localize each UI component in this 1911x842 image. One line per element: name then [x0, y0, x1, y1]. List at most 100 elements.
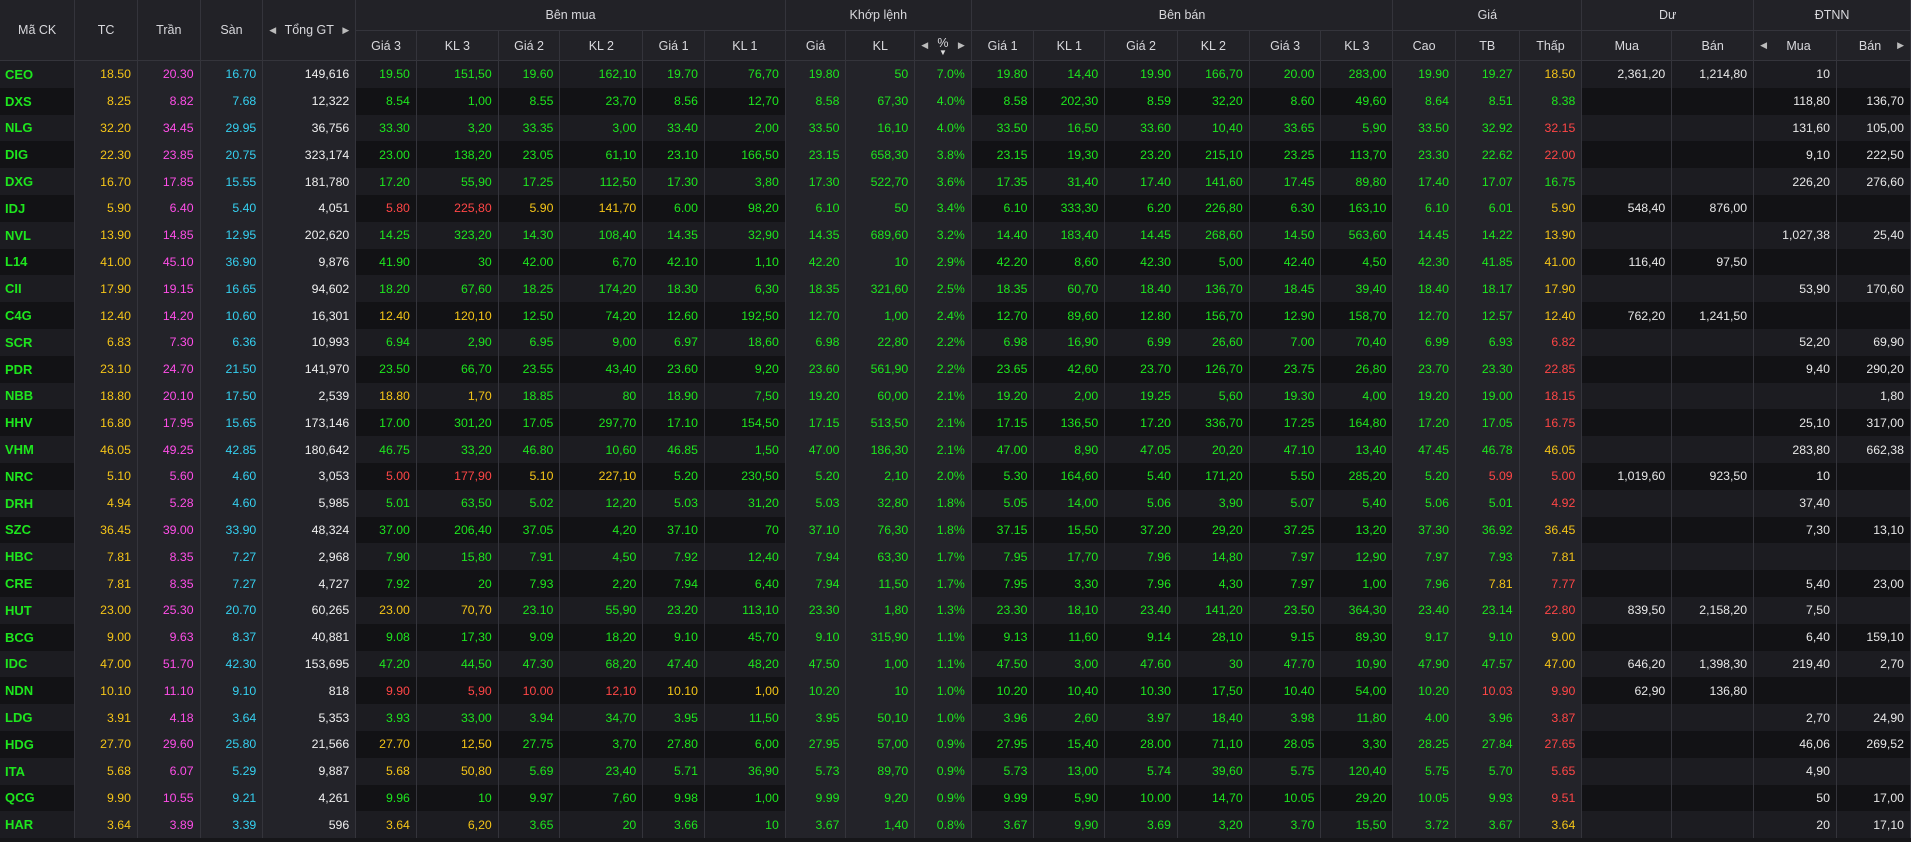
symbol-cell[interactable]: IDJ [0, 194, 76, 222]
foreign-sell-cell: 17,10 [1836, 811, 1911, 839]
symbol-cell[interactable]: QCG [0, 784, 76, 812]
table-row[interactable]: CEO 18.50 20.30 16.70 149,616 19.50 151,50 19.6… [0, 60, 1911, 88]
symbol-cell[interactable]: HUT [0, 596, 76, 624]
table-row[interactable]: HDG 27.70 29.60 25.80 21,566 27.70 12,50 27.75 3… [0, 730, 1911, 758]
symbol-cell[interactable]: CRE [0, 570, 76, 597]
table-row[interactable]: VHM 46.05 49.25 42.85 180,642 46.75 33,20 46.80… [0, 436, 1911, 463]
sell_cols-col-header[interactable]: Giá 2 [1104, 30, 1178, 61]
col-ref-header[interactable]: TC [74, 0, 138, 61]
symbol-cell[interactable]: C4G [0, 302, 76, 329]
symbol-cell[interactable]: DXG [0, 168, 76, 195]
table-row[interactable]: NBB 18.80 20.10 17.50 2,539 18.80 1,70 18.85 80 1… [0, 382, 1911, 410]
col-symbol-header[interactable]: Mã CK [0, 0, 76, 61]
sell-price-2-cell: 7.96 [1104, 570, 1178, 597]
symbol-cell[interactable]: CEO [0, 60, 76, 88]
sell_cols-col-header[interactable]: Giá 3 [1249, 30, 1322, 61]
floor-cell: 6.36 [200, 328, 264, 356]
sell_cols-col-header[interactable]: Giá 1 [971, 30, 1035, 61]
table-row[interactable]: DRH 4.94 5.28 4.60 5,985 5.01 63,50 5.02 12,20 5.… [0, 489, 1911, 517]
table-row[interactable]: DXS 8.25 8.82 7.68 12,322 8.54 1,00 8.55 23,70 8.… [0, 87, 1911, 115]
table-row[interactable]: CII 17.90 19.15 16.65 94,602 18.20 67,60 18.25 1… [0, 275, 1911, 303]
surplus_cols-col-header[interactable]: Bán [1671, 30, 1755, 61]
table-row[interactable]: NLG 32.20 34.45 29.95 36,756 33.30 3,20 33.35 3,… [0, 114, 1911, 142]
table-row[interactable]: HBC 7.81 8.35 7.27 2,968 7.90 15,80 7.91 4,50 7.9… [0, 543, 1911, 571]
symbol-cell[interactable]: NBB [0, 382, 76, 410]
symbol-cell[interactable]: NDN [0, 677, 76, 705]
symbol-cell[interactable]: IDC [0, 650, 76, 678]
avg-price-cell: 6.01 [1455, 194, 1520, 222]
table-row[interactable]: QCG 9.90 10.55 9.21 4,261 9.96 10 9.97 7,60 9.98 1… [0, 784, 1911, 812]
symbol-cell[interactable]: ITA [0, 757, 76, 785]
table-row[interactable]: SCR 6.83 7.30 6.36 10,993 6.94 2,90 6.95 9,00 6.9… [0, 328, 1911, 356]
table-row[interactable]: L14 41.00 45.10 36.90 9,876 41.90 30 42.00 6,70 4… [0, 248, 1911, 276]
symbol-cell[interactable]: SCR [0, 328, 76, 356]
scroll-right-icon[interactable]: ▶ [958, 40, 965, 51]
buy_cols-col-header[interactable]: Giá 2 [498, 30, 561, 61]
symbol-cell[interactable]: NRC [0, 462, 76, 490]
table-row[interactable]: NDN 10.10 11.10 9.10 818 9.90 5,90 10.00 12,10 10… [0, 677, 1911, 705]
sell_cols-col-header[interactable]: KL 3 [1320, 30, 1394, 61]
match_cols-col-header[interactable]: KL [845, 30, 916, 61]
table-row[interactable]: CRE 7.81 8.35 7.27 4,727 7.92 20 7.93 2,20 7.94 6,… [0, 570, 1911, 597]
sell_cols-col-header[interactable]: KL 1 [1033, 30, 1106, 61]
buy-vol-3-cell: 20 [416, 570, 499, 597]
symbol-cell[interactable]: CII [0, 275, 76, 303]
table-row[interactable]: IDJ 5.90 6.40 5.40 4,051 5.80 225,80 5.90 141,70… [0, 194, 1911, 222]
table-row[interactable]: NVL 13.90 14.85 12.95 202,620 14.25 323,20 14.3… [0, 221, 1911, 249]
symbol-cell[interactable]: HAR [0, 811, 76, 839]
symbol-cell[interactable]: PDR [0, 355, 76, 383]
table-row[interactable]: HUT 23.00 25.30 20.70 60,265 23.00 70,70 23.10 5… [0, 596, 1911, 624]
col-ceil-header[interactable]: Trần [137, 0, 201, 61]
scroll-left-icon[interactable]: ◀ [921, 40, 928, 51]
match_cols-col-header[interactable]: ◀ % ▼ ▶ [914, 30, 972, 61]
scroll-right-icon[interactable]: ▶ [342, 25, 349, 36]
match_cols-col-header[interactable]: Giá [785, 30, 847, 61]
foreign_cols-col-header[interactable]: Bán ▶ [1836, 30, 1911, 61]
foreign-buy-cell: 5,40 [1753, 570, 1837, 597]
foreign_cols-col-header[interactable]: ◀ Mua [1753, 30, 1837, 61]
col-total-header[interactable]: ◀ Tổng GT ▶ [262, 0, 357, 61]
sell-price-3-cell: 5.07 [1249, 489, 1322, 517]
table-row[interactable]: PDR 23.10 24.70 21.50 141,970 23.50 66,70 23.55… [0, 355, 1911, 383]
price_cols-col-header[interactable]: Thấp [1519, 30, 1583, 61]
symbol-cell[interactable]: SZC [0, 516, 76, 544]
table-row[interactable]: NRC 5.10 5.60 4.60 3,053 5.00 177,90 5.10 227,10… [0, 462, 1911, 490]
low-price-cell: 41.00 [1519, 248, 1583, 276]
symbol-cell[interactable]: HBC [0, 543, 76, 571]
buy_cols-col-header[interactable]: Giá 3 [355, 30, 417, 61]
scroll-left-icon[interactable]: ◀ [269, 25, 276, 36]
table-row[interactable]: DIG 22.30 23.85 20.75 323,174 23.00 138,20 23.0… [0, 141, 1911, 169]
table-row[interactable]: LDG 3.91 4.18 3.64 5,353 3.93 33,00 3.94 34,70 3.… [0, 704, 1911, 731]
symbol-cell[interactable]: L14 [0, 248, 76, 276]
symbol-cell[interactable]: NLG [0, 114, 76, 142]
surplus-buy-cell: 1,019,60 [1581, 462, 1673, 490]
scroll-left-icon[interactable]: ◀ [1760, 40, 1767, 51]
surplus_cols-col-header[interactable]: Mua [1581, 30, 1673, 61]
table-row[interactable]: BCG 9.00 9.63 8.37 40,881 9.08 17,30 9.09 18,20 9… [0, 623, 1911, 651]
symbol-cell[interactable]: DXS [0, 87, 76, 115]
symbol-cell[interactable]: DIG [0, 141, 76, 169]
table-row[interactable]: C4G 12.40 14.20 10.60 16,301 12.40 120,10 12.50… [0, 302, 1911, 329]
table-row[interactable]: ITA 5.68 6.07 5.29 9,887 5.68 50,80 5.69 23,40 5.… [0, 757, 1911, 785]
symbol-cell[interactable]: HDG [0, 730, 76, 758]
symbol-cell[interactable]: LDG [0, 704, 76, 731]
sell_cols-col-header[interactable]: KL 2 [1177, 30, 1250, 61]
buy_cols-col-header[interactable]: Giá 1 [642, 30, 705, 61]
price_cols-col-header[interactable]: TB [1455, 30, 1520, 61]
table-row[interactable]: SZC 36.45 39.00 33.90 48,324 37.00 206,40 37.05… [0, 516, 1911, 544]
symbol-cell[interactable]: DRH [0, 489, 76, 517]
table-row[interactable]: HHV 16.80 17.95 15.65 173,146 17.00 301,20 17.0… [0, 409, 1911, 437]
table-row[interactable]: HAR 3.64 3.89 3.39 596 3.64 6,20 3.65 20 3.66 10 3.… [0, 811, 1911, 839]
table-row[interactable]: IDC 47.00 51.70 42.30 153,695 47.20 44,50 47.30… [0, 650, 1911, 678]
buy_cols-col-header[interactable]: KL 1 [704, 30, 786, 61]
symbol-cell[interactable]: HHV [0, 409, 76, 437]
price_cols-col-header[interactable]: Cao [1392, 30, 1456, 61]
scroll-right-icon[interactable]: ▶ [1897, 40, 1904, 51]
symbol-cell[interactable]: VHM [0, 436, 76, 463]
buy_cols-col-header[interactable]: KL 2 [559, 30, 644, 61]
symbol-cell[interactable]: BCG [0, 623, 76, 651]
buy_cols-col-header[interactable]: KL 3 [416, 30, 499, 61]
symbol-cell[interactable]: NVL [0, 221, 76, 249]
col-floor-header[interactable]: Sàn [200, 0, 264, 61]
table-row[interactable]: DXG 16.70 17.85 15.55 181,780 17.20 55,90 17.25… [0, 168, 1911, 195]
